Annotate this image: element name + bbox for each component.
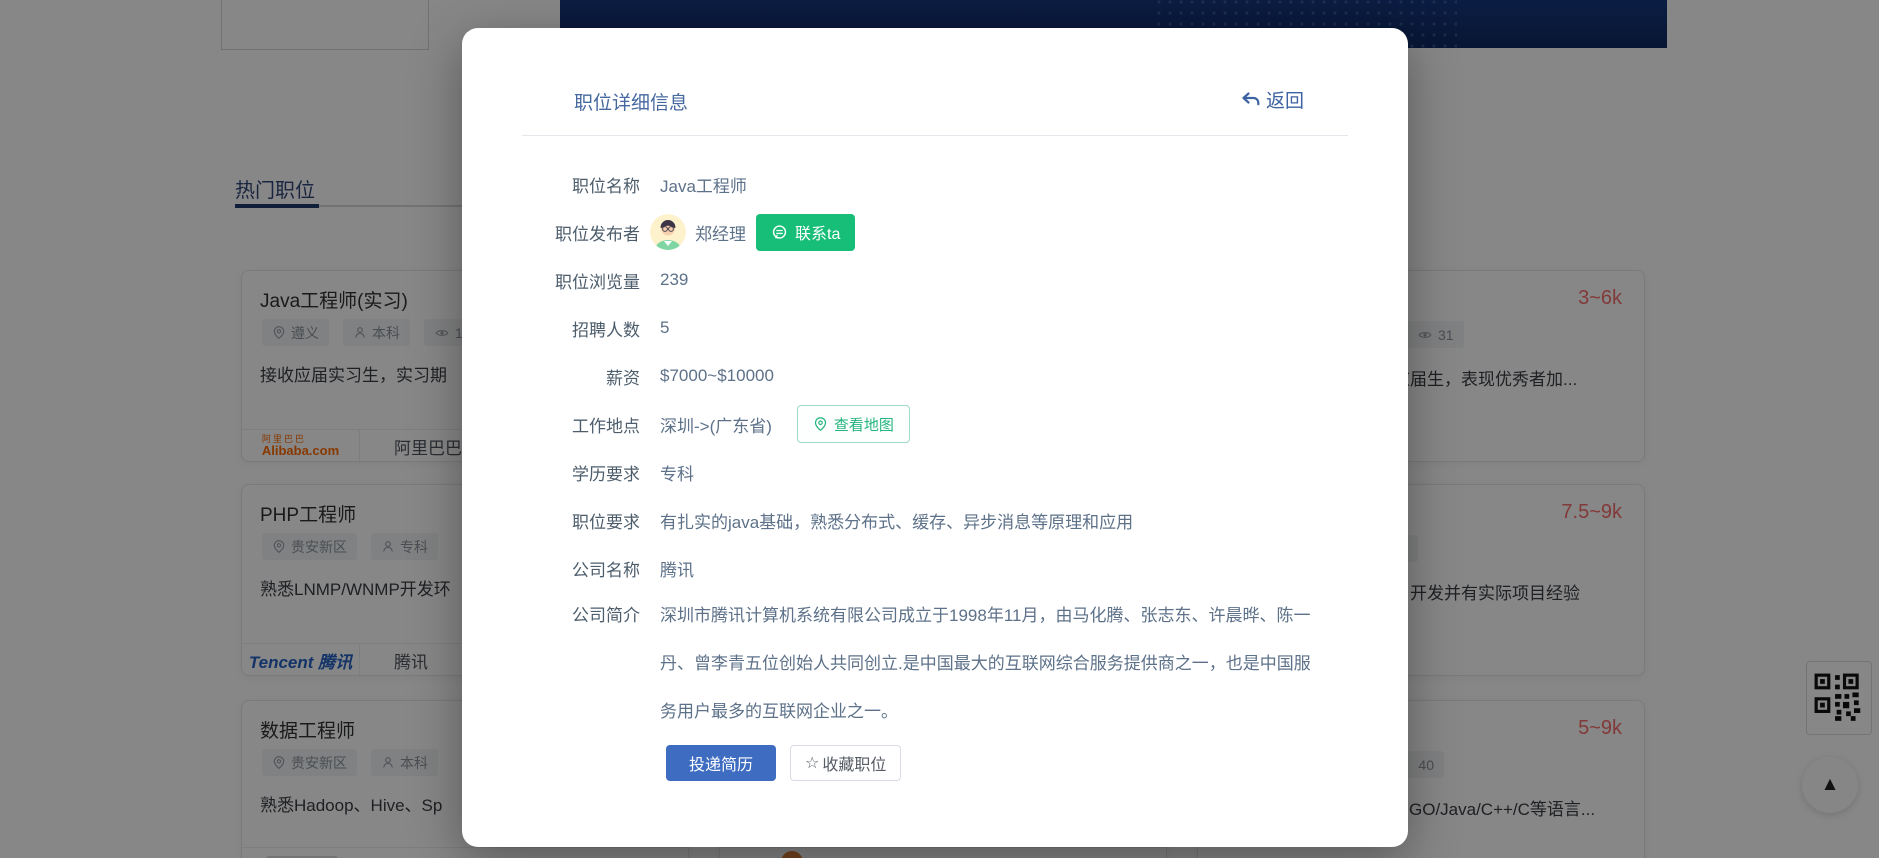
page-root: 热门职位 Java工程师(实习) 遵义 本科 12 接收应届实习生，实习期 阿里… [0, 0, 1879, 858]
field-value: 239 [660, 270, 689, 289]
field-label: 职位名称 [572, 176, 640, 196]
view-map-label: 查看地图 [833, 416, 894, 434]
field-value: 5 [660, 318, 670, 337]
apply-resume-button[interactable]: 投递简历 [666, 745, 776, 781]
map-pin-icon [814, 417, 827, 432]
modal-title: 职位详细信息 [574, 93, 689, 114]
field-label: 公司简介 [572, 606, 640, 625]
field-row-company-name: 公司名称 腾讯 [555, 544, 1355, 592]
contact-label: 联系ta [795, 226, 841, 243]
field-row-education: 学历要求 专科 [555, 448, 1355, 496]
field-value: 深圳->(广东省) [660, 416, 772, 436]
star-icon: ☆ [805, 755, 820, 772]
job-detail-modal: 职位详细信息 返回 职位名称 Java工程师 职位发布者 郑经理 联系ta 职位… [462, 28, 1408, 847]
field-value: Java工程师 [660, 176, 747, 196]
field-value: 有扎实的java基础，熟悉分布式、缓存、异步消息等原理和应用 [660, 512, 1134, 532]
field-label: 职位要求 [572, 512, 640, 532]
favorite-label: 收藏职位 [822, 757, 887, 774]
back-label: 返回 [1265, 91, 1304, 112]
chat-bubble-icon [772, 224, 787, 239]
field-row-company-intro: 公司简介 深圳市腾讯计算机系统有限公司成立于1998年11月，由马化腾、张志东、… [555, 592, 1355, 736]
field-label: 公司名称 [572, 560, 640, 580]
field-label: 职位浏览量 [555, 272, 640, 292]
field-row-location: 工作地点 深圳->(广东省) 查看地图 [555, 400, 1355, 448]
field-label: 薪资 [606, 368, 640, 388]
field-row-views: 职位浏览量 239 [555, 256, 1355, 304]
contact-button[interactable]: 联系ta [756, 213, 856, 251]
publisher-name: 郑经理 [695, 224, 746, 244]
field-label: 职位发布者 [555, 224, 640, 244]
field-value: 深圳市腾讯计算机系统有限公司成立于1998年11月，由马化腾、张志东、许晨晔、陈… [660, 606, 1311, 721]
field-label: 学历要求 [572, 464, 640, 484]
modal-header-divider [522, 135, 1348, 136]
field-row-headcount: 招聘人数 5 [555, 304, 1355, 352]
field-value: 专科 [660, 464, 694, 484]
back-arrow-icon [1242, 92, 1260, 106]
field-row-publisher: 职位发布者 郑经理 联系ta [555, 208, 1355, 256]
field-value: $7000~$10000 [660, 366, 774, 385]
favorite-job-button[interactable]: ☆ 收藏职位 [790, 745, 902, 781]
field-row-job-name: 职位名称 Java工程师 [555, 160, 1355, 208]
field-label: 工作地点 [572, 416, 640, 436]
view-map-button[interactable]: 查看地图 [796, 405, 910, 443]
field-row-requirements: 职位要求 有扎实的java基础，熟悉分布式、缓存、异步消息等原理和应用 [555, 496, 1355, 544]
back-button[interactable]: 返回 [1239, 86, 1304, 113]
field-label: 招聘人数 [572, 320, 640, 340]
modal-actions: 投递简历 ☆ 收藏职位 [666, 745, 902, 781]
field-value: 腾讯 [660, 560, 694, 580]
field-row-salary: 薪资 $7000~$10000 [555, 352, 1355, 400]
publisher-avatar [650, 214, 686, 250]
